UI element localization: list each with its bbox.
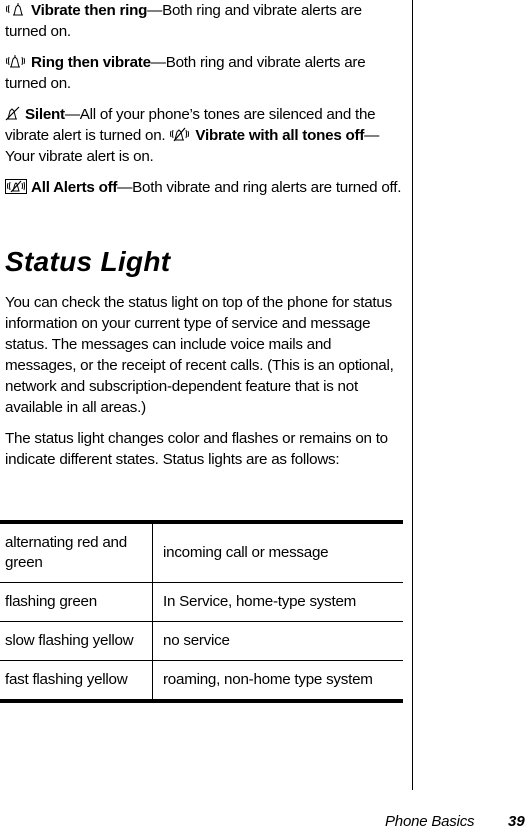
light-cell: flashing green: [0, 582, 153, 622]
page-number: 39: [508, 813, 525, 830]
status-light-table: alternating red and green incoming call …: [0, 520, 403, 703]
vibrate-all-tones-off-icon: [169, 127, 191, 142]
table-row: flashing green In Service, home-type sys…: [0, 582, 403, 622]
light-cell: fast flashing yellow: [0, 660, 153, 701]
meaning-cell: roaming, non-home type system: [152, 660, 403, 701]
table-row: alternating red and green incoming call …: [0, 522, 403, 583]
table-row: fast flashing yellow roaming, non-home t…: [0, 660, 403, 701]
alert-vibrate-then-ring: Vibrate then ring—Both ring and vibrate …: [5, 2, 362, 40]
page-content: Vibrate then ring—Both ring and vibrate …: [5, 0, 403, 480]
vibrate-then-ring-icon: [5, 2, 27, 17]
alert-all-off: All Alerts off—Both vibrate and ring ale…: [5, 177, 403, 198]
silent-icon: [5, 106, 21, 121]
alert-ring-then-vibrate: Ring then vibrate—Both ring and vibrate …: [5, 54, 366, 92]
meaning-cell: In Service, home-type system: [152, 582, 403, 622]
light-cell: alternating red and green: [0, 522, 153, 583]
status-light-description: The status light changes color and flash…: [5, 430, 388, 468]
status-light-intro: You can check the status light on top of…: [5, 294, 394, 416]
alert-silent: Silent—All of your phone’s tones are sil…: [5, 106, 380, 165]
table-row: slow flashing yellow no service: [0, 621, 403, 661]
meaning-cell: no service: [152, 621, 403, 661]
ring-then-vibrate-icon: [5, 54, 27, 69]
margin-rule: [412, 0, 413, 790]
footer-section-title: Phone Basics: [385, 813, 475, 830]
all-alerts-off-icon: [5, 179, 27, 194]
section-heading: Status Light: [5, 246, 171, 277]
light-cell: slow flashing yellow: [0, 621, 153, 661]
meaning-cell: incoming call or message: [163, 544, 329, 561]
